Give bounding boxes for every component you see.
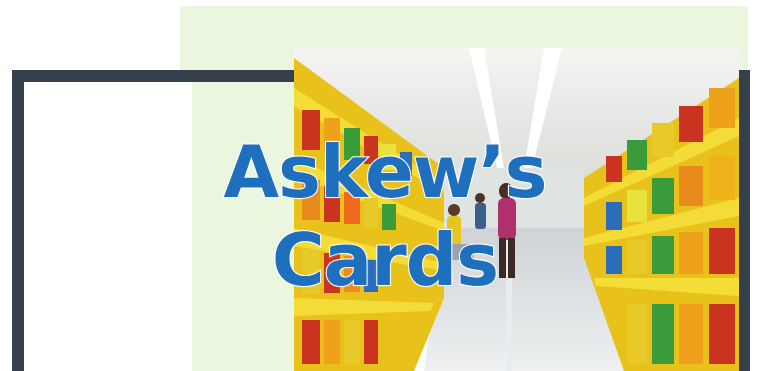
title-line-1: Askew’s [222, 129, 548, 215]
title-line-2: Cards [271, 217, 500, 303]
banner-title: Askew’s Cards [210, 128, 560, 304]
banner: Askew’s Cards [0, 0, 757, 371]
